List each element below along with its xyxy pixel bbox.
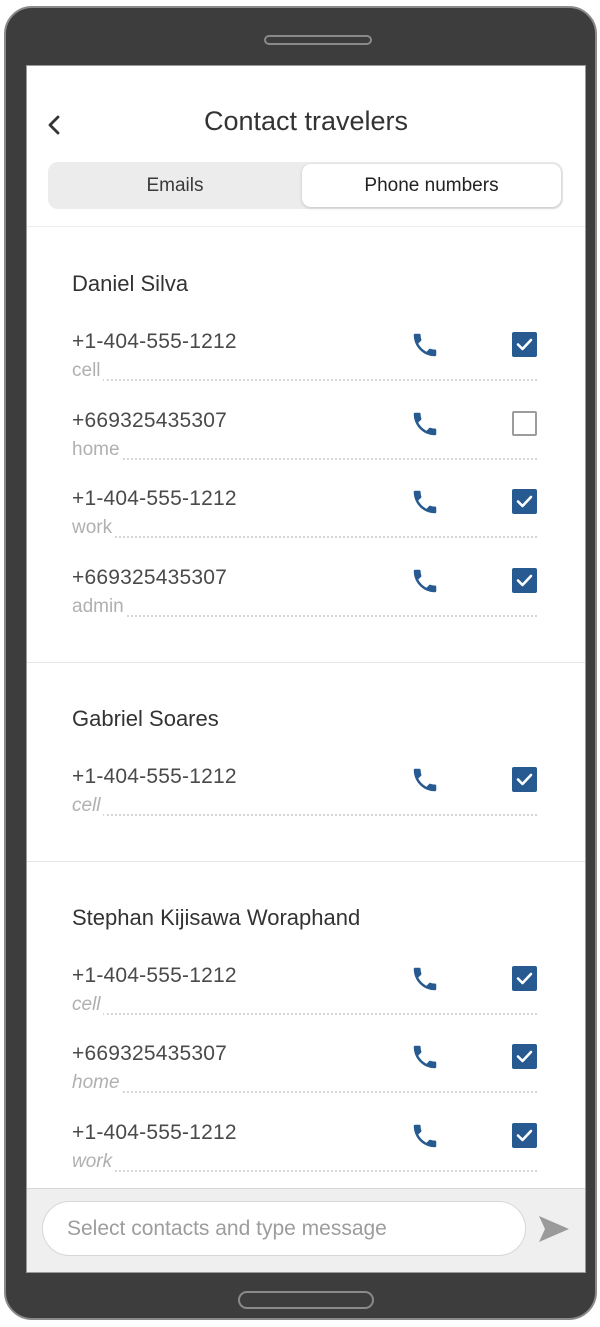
dotted-leader xyxy=(102,457,537,460)
dotted-leader xyxy=(102,536,537,538)
contact-name: Gabriel Soares xyxy=(72,705,219,731)
dotted-leader xyxy=(102,813,537,816)
checkbox-checked[interactable] xyxy=(512,1122,537,1148)
phone-number: +1-404-555-1212 xyxy=(72,487,237,510)
phone-type-label: work xyxy=(72,517,115,539)
contact-name: Daniel Silva xyxy=(72,271,189,296)
checkbox-checked[interactable] xyxy=(512,332,537,357)
phone-type-label: cell xyxy=(72,993,103,1016)
phone-type-label: home xyxy=(72,1072,122,1094)
page-title: Contact travelers xyxy=(203,106,409,136)
speaker-grille xyxy=(264,35,372,45)
phone-call-icon[interactable] xyxy=(410,964,440,994)
app-screen: Contact travelers Emails Phone numbers D… xyxy=(26,65,586,1273)
contact-name: Stephan Kijisawa Woraphand xyxy=(72,904,361,930)
message-input[interactable] xyxy=(42,1201,526,1256)
phone-device-frame: Contact travelers Emails Phone numbers D… xyxy=(4,6,597,1320)
phone-row: +1-404-555-1212 cell xyxy=(72,330,537,396)
phone-type-label: cell xyxy=(72,794,103,817)
phone-row: +669325435307 home xyxy=(72,409,537,475)
checkbox-checked[interactable] xyxy=(512,766,537,792)
checkbox-unchecked[interactable] xyxy=(512,410,537,436)
phone-number: +1-404-555-1212 xyxy=(72,1120,237,1144)
tab-switcher: Emails Phone numbers xyxy=(48,162,563,209)
home-button[interactable] xyxy=(238,1291,374,1309)
phone-number: +1-404-555-1212 xyxy=(72,764,237,788)
tab-phone-numbers[interactable]: Phone numbers xyxy=(302,164,561,207)
group-divider xyxy=(27,860,585,862)
checkbox-checked[interactable] xyxy=(512,489,537,514)
phone-number: +1-404-555-1212 xyxy=(72,330,237,353)
phone-type-label: home xyxy=(72,438,122,461)
phone-row: +1-404-555-1212 cell xyxy=(72,964,537,1030)
phone-call-icon[interactable] xyxy=(410,1042,440,1072)
checkbox-checked[interactable] xyxy=(512,567,537,593)
phone-row: +669325435307 home xyxy=(72,1042,537,1108)
message-composer xyxy=(27,1188,585,1272)
checkbox-checked[interactable] xyxy=(512,1044,537,1069)
phone-call-icon[interactable] xyxy=(410,765,440,795)
phone-call-icon[interactable] xyxy=(410,330,440,360)
group-divider xyxy=(27,661,585,663)
phone-row: +1-404-555-1212 work xyxy=(72,1121,537,1187)
phone-number: +669325435307 xyxy=(72,408,228,432)
phone-number: +669325435307 xyxy=(72,565,228,589)
dotted-leader xyxy=(102,614,537,617)
phone-call-icon[interactable] xyxy=(410,566,440,596)
send-icon[interactable] xyxy=(537,1214,571,1244)
header: Contact travelers Emails Phone numbers xyxy=(27,66,585,227)
dotted-leader xyxy=(102,1012,537,1015)
phone-number: +1-404-555-1212 xyxy=(72,963,237,987)
tab-emails[interactable]: Emails xyxy=(50,164,300,207)
dotted-leader xyxy=(102,1091,537,1093)
phone-number: +669325435307 xyxy=(72,1042,228,1065)
phone-row: +1-404-555-1212 work xyxy=(72,487,537,553)
phone-row: +669325435307 admin xyxy=(72,566,537,632)
phone-type-label: admin xyxy=(72,595,126,618)
phone-type-label: work xyxy=(72,1150,115,1173)
dotted-leader xyxy=(102,1169,537,1172)
phone-call-icon[interactable] xyxy=(410,1121,440,1151)
dotted-leader xyxy=(102,379,537,381)
phone-type-label: cell xyxy=(72,360,103,382)
phone-row: +1-404-555-1212 cell xyxy=(72,765,537,831)
phone-call-icon[interactable] xyxy=(410,409,440,439)
phone-call-icon[interactable] xyxy=(410,487,440,517)
checkbox-checked[interactable] xyxy=(512,965,537,991)
